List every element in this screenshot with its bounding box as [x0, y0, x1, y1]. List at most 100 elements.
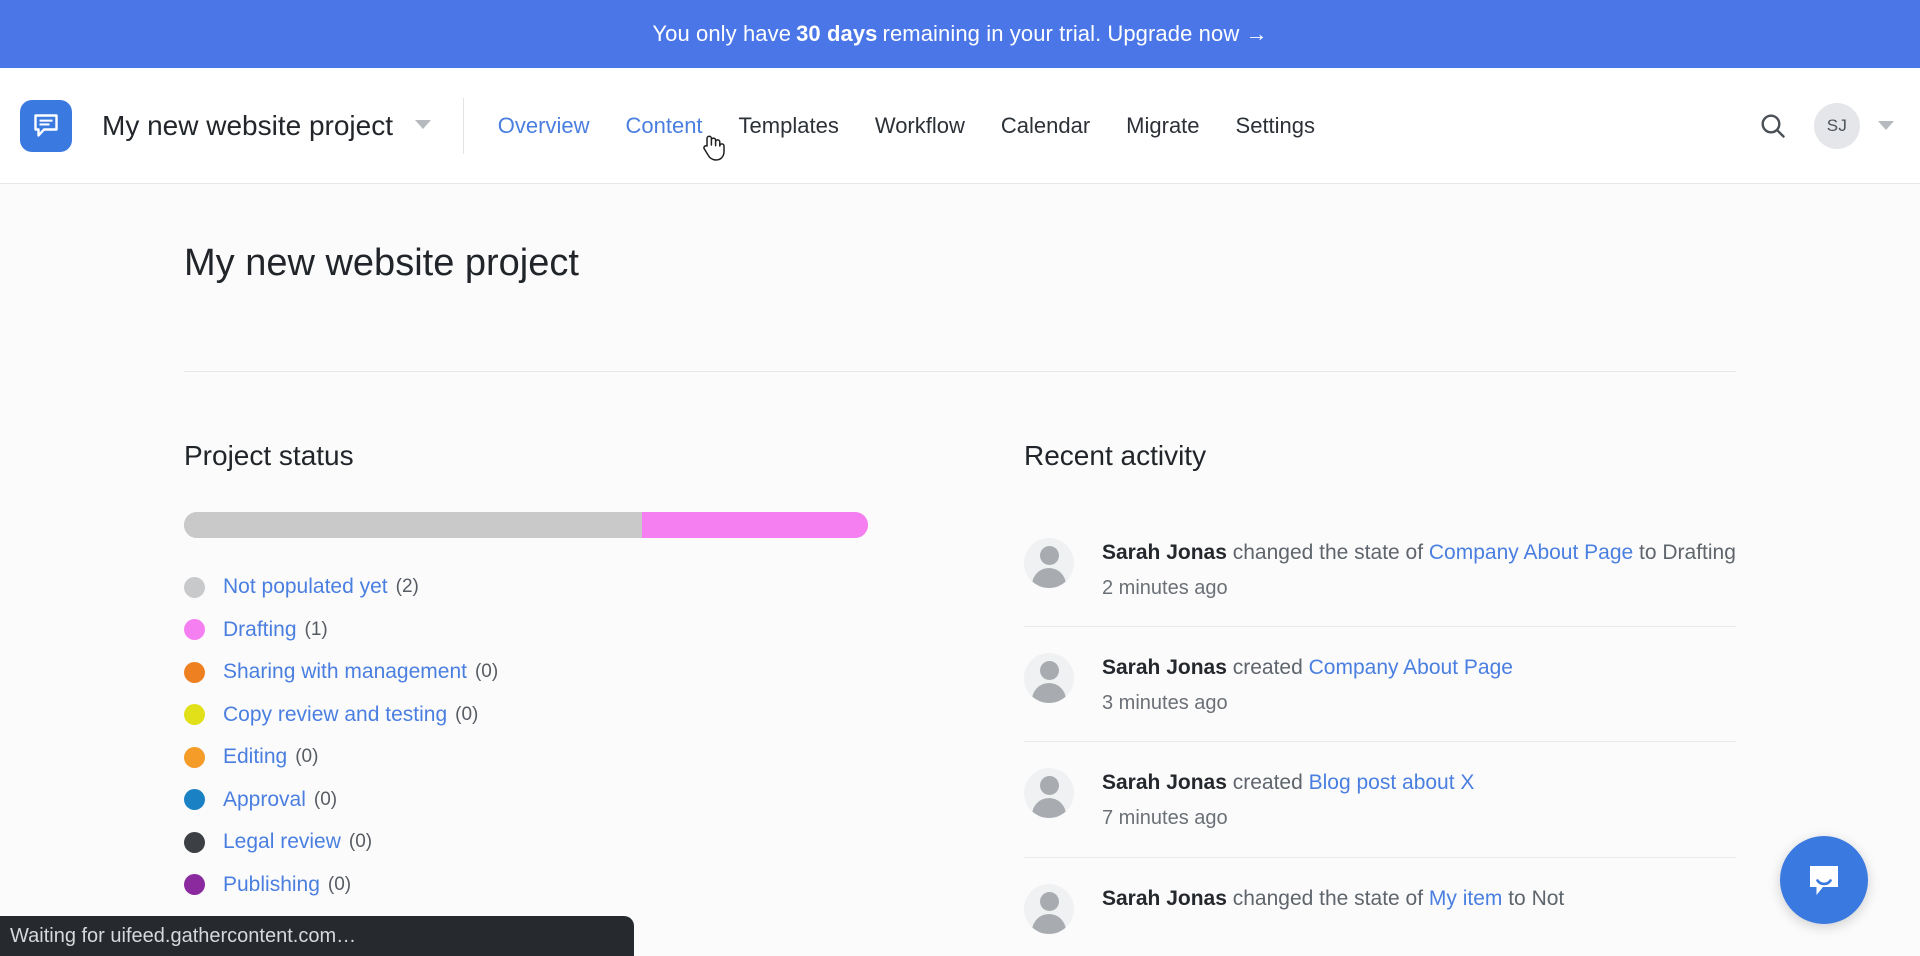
nav-item-overview[interactable]: Overview [498, 113, 590, 139]
status-legend-item[interactable]: Legal review (0) [184, 821, 884, 864]
activity-action: created [1226, 656, 1309, 680]
activity-user: Sarah Jonas [1102, 541, 1227, 564]
activity-item: Sarah Jonas changed the state of My item… [1024, 858, 1736, 956]
activity-text: Sarah Jonas created Blog post about X 7 … [1102, 768, 1474, 832]
status-color-dot [184, 746, 205, 768]
trial-banner-pre-text: You only have [652, 21, 792, 46]
gathercontent-logo-icon[interactable] [20, 99, 72, 152]
activity-item: Sarah Jonas created Company About Page 3… [1024, 627, 1736, 743]
activity-item: Sarah Jonas created Blog post about X 7 … [1024, 742, 1736, 858]
status-count: (0) [455, 703, 479, 725]
nav-right-cluster: SJ [1758, 102, 1894, 149]
activity-user: Sarah Jonas [1102, 771, 1227, 795]
chevron-down-icon[interactable] [1878, 121, 1894, 130]
activity-user: Sarah Jonas [1102, 886, 1227, 910]
status-count: (0) [327, 873, 352, 895]
nav-item-workflow[interactable]: Workflow [875, 113, 965, 139]
avatar-body [1032, 798, 1066, 819]
trial-banner-post-text: remaining in your trial. [882, 21, 1102, 46]
avatar [1024, 883, 1074, 934]
activity-text: Sarah Jonas changed the state of My item… [1102, 884, 1564, 914]
status-count: (0) [313, 788, 338, 810]
avatar-body [1032, 683, 1066, 704]
nav-item-content[interactable]: Content [625, 113, 702, 139]
nav-divider [462, 97, 464, 154]
brand-block: My new website project [20, 99, 431, 152]
intercom-chat-launcher-button[interactable] [1780, 836, 1868, 924]
status-label[interactable]: Publishing [223, 873, 320, 897]
nav-item-migrate[interactable]: Migrate [1126, 113, 1199, 139]
status-label[interactable]: Not populated yet [223, 575, 388, 599]
status-label[interactable]: Copy review and testing [223, 703, 447, 727]
status-label[interactable]: Approval [223, 788, 306, 812]
primary-nav: Overview Content Templates Workflow Cale… [498, 113, 1315, 139]
activity-timestamp: 7 minutes ago [1102, 807, 1228, 830]
status-legend-item[interactable]: Publishing (0) [184, 864, 884, 907]
status-label[interactable]: Sharing with management [223, 660, 467, 684]
progress-segment-not-populated [184, 512, 643, 538]
avatar [1024, 768, 1074, 819]
nav-item-templates[interactable]: Templates [739, 113, 839, 139]
avatar[interactable]: SJ [1814, 102, 1860, 149]
avatar-head [1039, 776, 1059, 796]
project-status-panel: Project status Not populated yet (2) Dra… [184, 440, 884, 956]
page-title: My new website project [184, 242, 579, 284]
status-legend-list: Not populated yet (2) Drafting (1) Shari… [184, 566, 884, 906]
status-legend-item[interactable]: Editing (0) [184, 736, 884, 779]
browser-status-text: Waiting for uifeed.gathercontent.com… [10, 924, 357, 947]
title-divider [184, 371, 1736, 372]
status-count: (2) [395, 576, 419, 598]
status-count: (0) [295, 746, 319, 768]
activity-text: Sarah Jonas changed the state of Company… [1102, 538, 1736, 602]
avatar-head [1039, 891, 1059, 911]
activity-link[interactable]: Company About Page [1309, 656, 1513, 679]
avatar-head [1039, 546, 1059, 565]
activity-link[interactable]: Company About Page [1429, 541, 1633, 564]
chat-bubble-smile-icon [1801, 857, 1847, 903]
upgrade-now-link[interactable]: Upgrade now → [1107, 21, 1267, 47]
status-color-dot [184, 874, 205, 896]
avatar-body [1032, 568, 1066, 588]
project-switcher[interactable]: My new website project [102, 110, 431, 142]
status-count: (1) [304, 618, 328, 640]
status-label[interactable]: Editing [223, 745, 287, 769]
status-label[interactable]: Drafting [223, 618, 297, 642]
status-label[interactable]: Legal review [223, 830, 341, 854]
activity-user: Sarah Jonas [1102, 656, 1227, 680]
status-legend-item[interactable]: Copy review and testing (0) [184, 694, 884, 737]
trial-banner: You only have 30 days remaining in your … [0, 0, 1920, 68]
activity-action: changed the state of [1226, 541, 1429, 564]
activity-action: changed the state of [1226, 886, 1429, 910]
project-status-heading: Project status [184, 440, 354, 471]
top-navigation-bar: My new website project Overview Content … [0, 68, 1920, 184]
recent-activity-heading: Recent activity [1024, 440, 1207, 471]
avatar-initials: SJ [1826, 115, 1848, 135]
activity-timestamp: 3 minutes ago [1102, 692, 1228, 715]
progress-segment-drafting [642, 512, 868, 538]
status-legend-item[interactable]: Approval (0) [184, 779, 884, 822]
page-body: My new website project Project status No… [0, 184, 1920, 956]
status-color-dot [184, 704, 205, 726]
avatar-head [1039, 661, 1059, 681]
search-icon[interactable] [1758, 111, 1788, 141]
activity-link[interactable]: Blog post about X [1309, 771, 1475, 794]
status-count: (0) [348, 831, 373, 853]
status-count: (0) [474, 661, 499, 683]
activity-link[interactable]: My item [1429, 887, 1503, 910]
status-color-dot [184, 661, 205, 683]
project-progress-bar [184, 512, 868, 538]
activity-suffix: to Drafting [1633, 541, 1736, 564]
status-legend-item[interactable]: Not populated yet (2) [184, 566, 884, 609]
status-color-dot [184, 619, 205, 641]
dashboard-columns: Project status Not populated yet (2) Dra… [184, 440, 1736, 956]
nav-item-settings[interactable]: Settings [1236, 113, 1316, 139]
trial-banner-days: 30 days [796, 21, 878, 46]
activity-text: Sarah Jonas created Company About Page 3… [1102, 653, 1513, 717]
status-color-dot [184, 789, 205, 811]
avatar-body [1032, 913, 1066, 934]
status-legend-item[interactable]: Sharing with management (0) [184, 651, 884, 694]
chevron-down-icon [414, 119, 431, 129]
nav-item-calendar[interactable]: Calendar [1001, 113, 1090, 139]
status-legend-item[interactable]: Drafting (1) [184, 609, 884, 652]
avatar [1024, 653, 1074, 704]
